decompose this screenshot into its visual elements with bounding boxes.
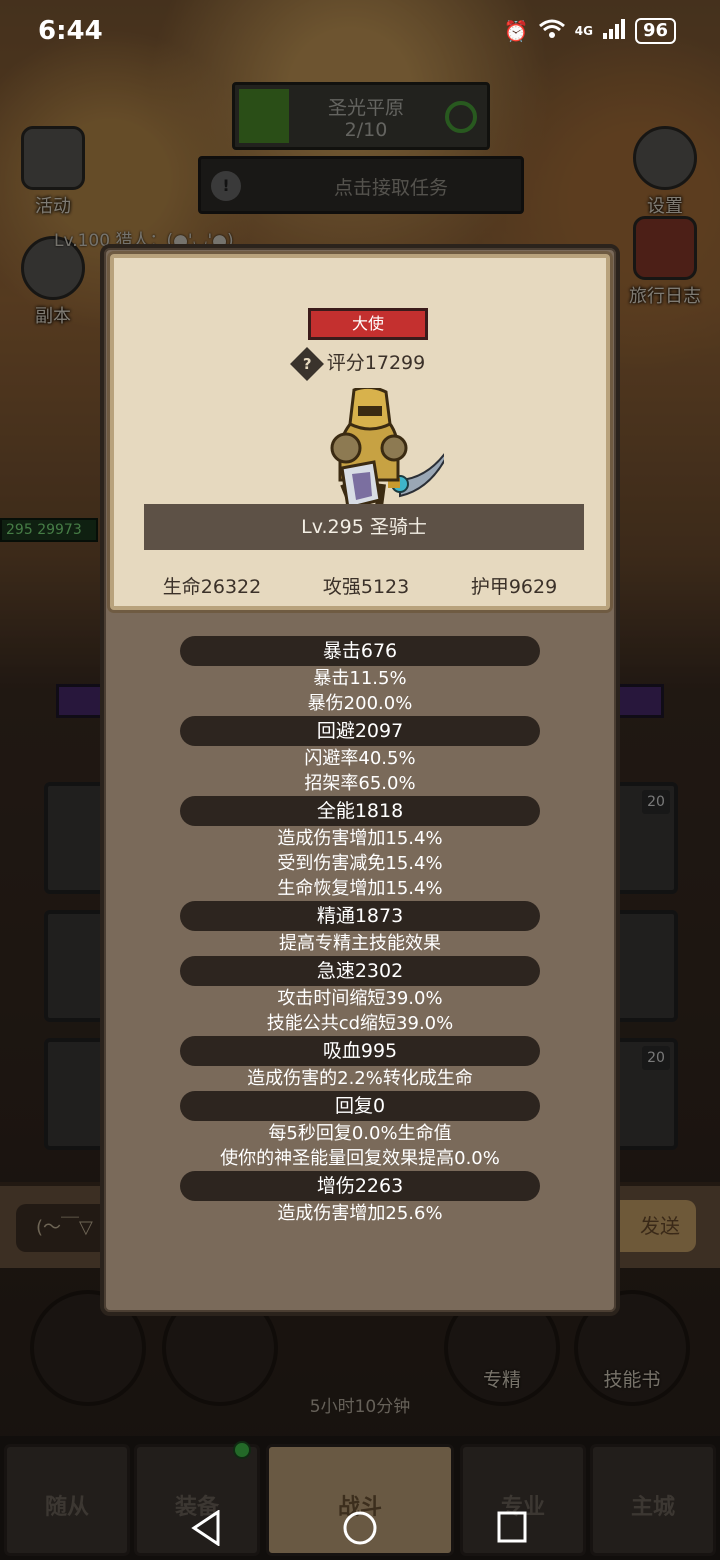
stat-group: 暴击676 暴击11.5% 暴伤200.0% — [104, 636, 616, 716]
stat-title: 增伤2263 — [180, 1171, 540, 1201]
clock: 6:44 — [38, 16, 103, 46]
character-detail-panel: 大使 ? 评分17299 Lv.295 圣骑士 生命26322 攻强5123 护甲… — [100, 244, 620, 1316]
stat-list: 暴击676 暴击11.5% 暴伤200.0% 回避2097 闪避率40.5% 招架率65.… — [104, 636, 616, 1226]
stat-line: 技能公共cd缩短39.0% — [266, 1013, 454, 1034]
character-card: 大使 ? 评分17299 Lv.295 圣骑士 生命26322 攻强5123 护甲… — [110, 254, 610, 610]
stat-line: 暴伤200.0% — [307, 693, 413, 714]
stat-title: 精通1873 — [180, 901, 540, 931]
stat-title: 全能1818 — [180, 796, 540, 826]
stat-group: 精通1873 提高专精主技能效果 — [104, 901, 616, 956]
signal-icon — [602, 18, 625, 44]
stat-title: 急速2302 — [180, 956, 540, 986]
stat-line: 闪避率40.5% — [304, 748, 416, 769]
paladin-avatar — [330, 388, 444, 516]
base-stats: 生命26322 攻强5123 护甲9629 — [114, 572, 606, 599]
stat-title: 回避2097 — [180, 716, 540, 746]
network-type: 4G — [574, 24, 593, 38]
stat-group: 急速2302 攻击时间缩短39.0% 技能公共cd缩短39.0% — [104, 956, 616, 1036]
rank-tag: 大使 — [308, 308, 428, 340]
stat-line: 受到伤害减免15.4% — [277, 853, 443, 874]
stat-line: 使你的神圣能量回复效果提高0.0% — [220, 1148, 500, 1169]
stat-group: 全能1818 造成伤害增加15.4% 受到伤害减免15.4% 生命恢复增加15.4% — [104, 796, 616, 901]
stat-title: 回复0 — [180, 1091, 540, 1121]
score-text: 评分17299 — [326, 352, 426, 374]
stat-line: 招架率65.0% — [304, 773, 416, 794]
stat-group: 吸血995 造成伤害的2.2%转化成生命 — [104, 1036, 616, 1091]
stat-group: 回避2097 闪避率40.5% 招架率65.0% — [104, 716, 616, 796]
armor-stat: 护甲9629 — [470, 576, 558, 598]
stat-line: 攻击时间缩短39.0% — [277, 988, 443, 1009]
stat-line: 造成伤害的2.2%转化成生命 — [247, 1068, 473, 1089]
wifi-icon — [538, 19, 565, 44]
attack-stat: 攻强5123 — [322, 576, 410, 598]
score-row: ? 评分17299 — [114, 346, 606, 381]
stat-group: 增伤2263 造成伤害增加25.6% — [104, 1171, 616, 1226]
stat-title: 暴击676 — [180, 636, 540, 666]
stat-line: 提高专精主技能效果 — [279, 933, 441, 954]
status-bar: 6:44 ⏰ 4G 96 — [0, 0, 720, 64]
back-icon[interactable] — [190, 1510, 222, 1546]
stat-title: 吸血995 — [180, 1036, 540, 1066]
stat-line: 每5秒回复0.0%生命值 — [268, 1123, 452, 1144]
help-icon[interactable]: ? — [289, 346, 324, 381]
battery-level: 96 — [634, 18, 676, 44]
stat-line: 造成伤害增加25.6% — [277, 1203, 443, 1224]
stat-group: 回复0 每5秒回复0.0%生命值使你的神圣能量回复效果提高0.0% — [104, 1091, 616, 1171]
name-plate: Lv.295 圣骑士 — [144, 504, 584, 550]
recents-icon[interactable] — [496, 1510, 528, 1544]
stat-line: 暴击11.5% — [313, 668, 407, 689]
home-icon[interactable] — [342, 1510, 378, 1546]
stat-line: 造成伤害增加15.4% — [277, 828, 443, 849]
system-nav-bar — [0, 1500, 720, 1560]
stat-line: 生命恢复增加15.4% — [277, 878, 443, 899]
alarm-icon: ⏰ — [503, 19, 529, 43]
hp-stat: 生命26322 — [162, 576, 262, 598]
